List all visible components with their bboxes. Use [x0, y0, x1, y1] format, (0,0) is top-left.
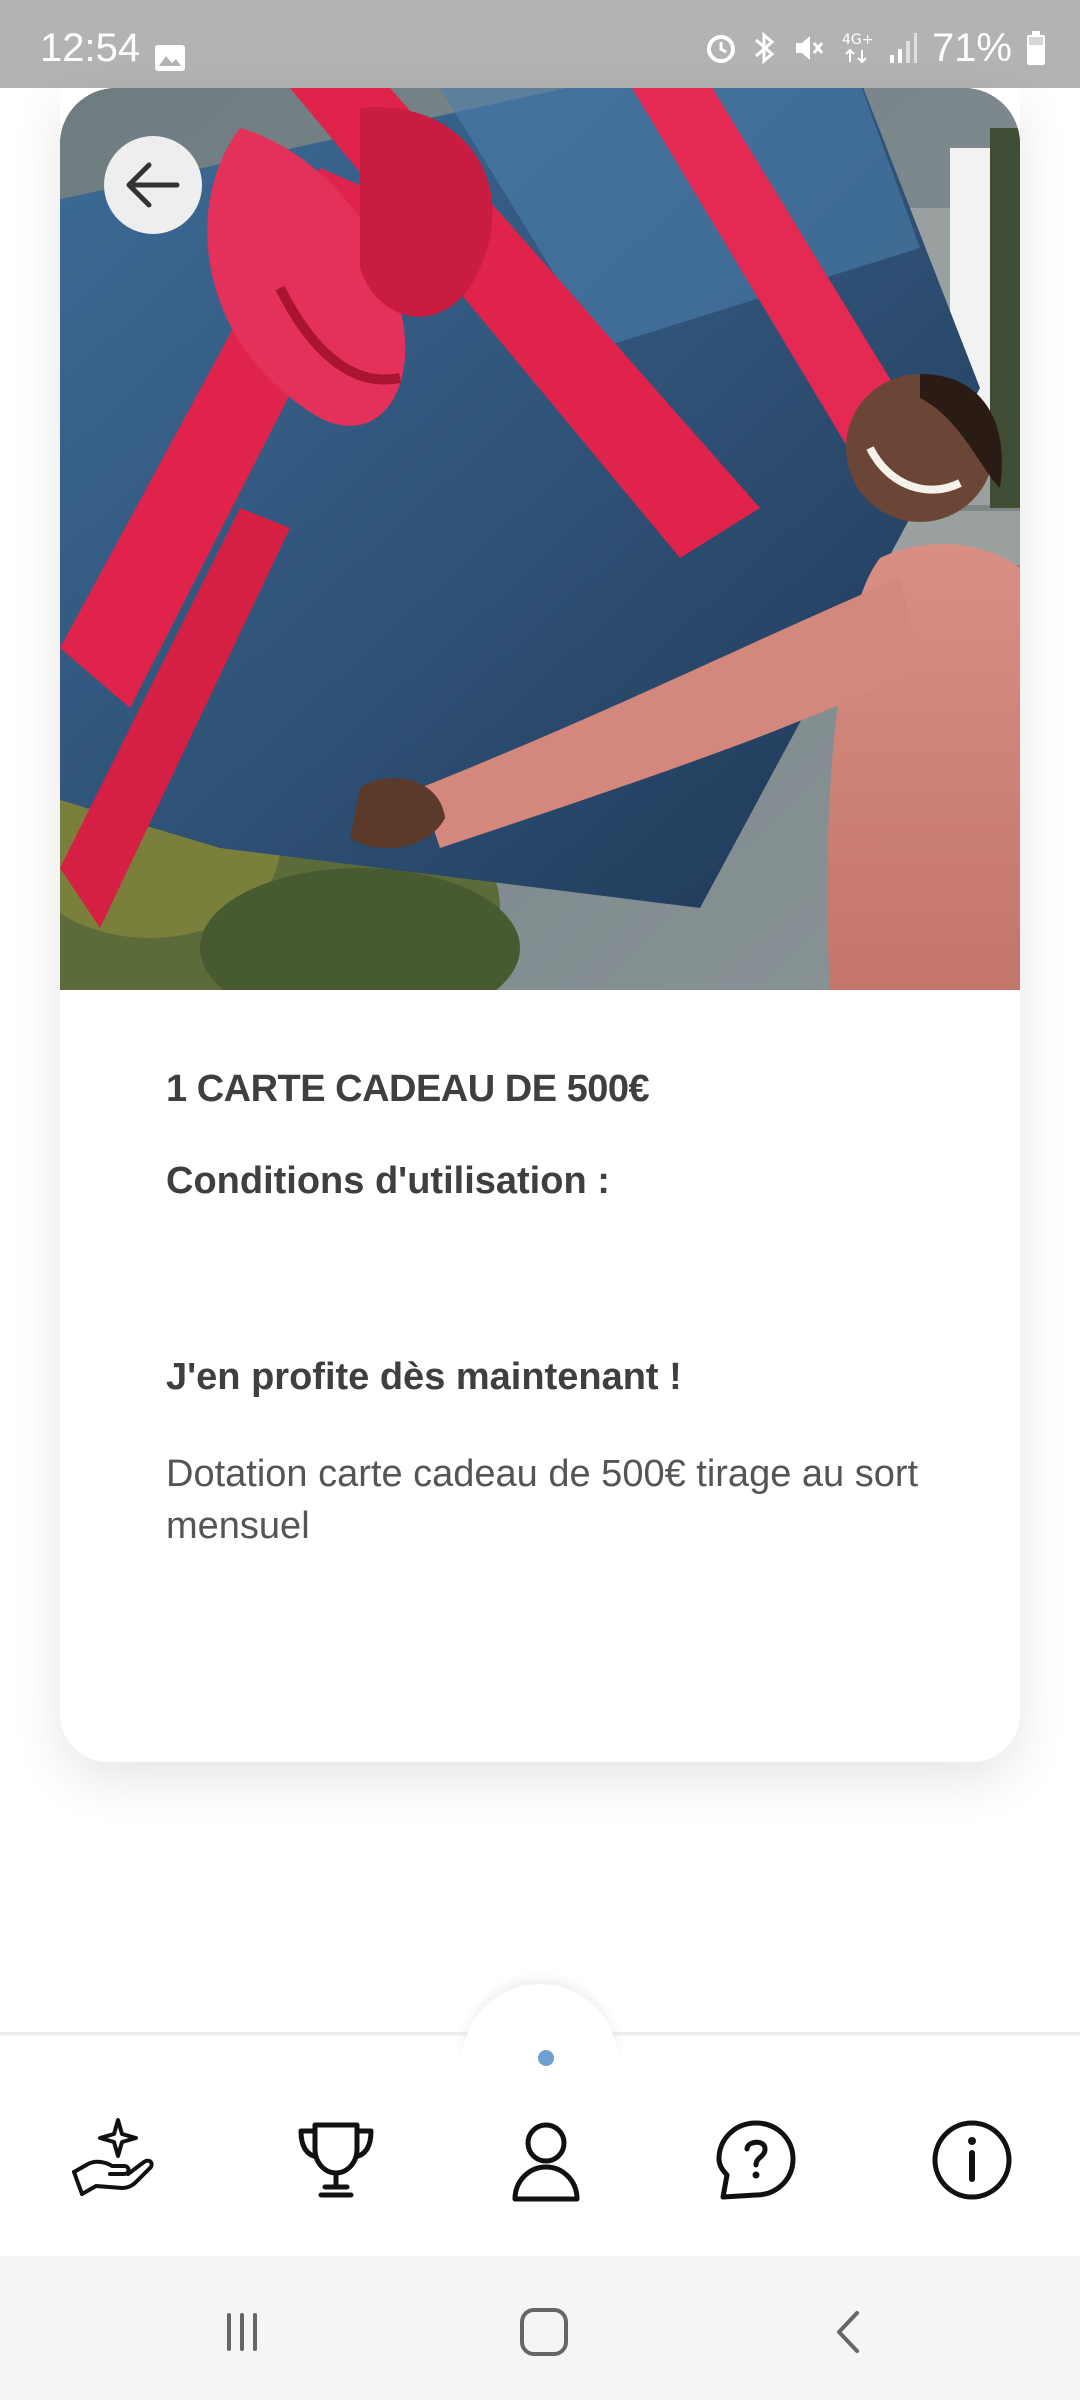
alarm-icon — [706, 35, 735, 63]
system-back-button[interactable] — [818, 2302, 878, 2362]
reward-details: 1 CARTE CADEAU DE 500€ Conditions d'util… — [166, 1068, 946, 1547]
arrow-left-icon — [126, 162, 180, 208]
rewards-hand-icon — [72, 2118, 154, 2196]
signal-icon — [889, 33, 917, 63]
back-button[interactable] — [104, 136, 202, 234]
gallery-icon — [155, 45, 185, 71]
active-indicator — [538, 2050, 554, 2066]
profile-icon — [512, 2122, 580, 2202]
lte-icon: 4G+ — [842, 32, 874, 64]
conditions-heading: Conditions d'utilisation : — [166, 1160, 610, 1202]
bluetooth-icon — [754, 31, 775, 65]
nav-help[interactable] — [706, 2110, 806, 2210]
help-icon — [716, 2120, 796, 2200]
nav-bump — [462, 1984, 618, 2062]
cta-text: J'en profite dès maintenant ! — [166, 1356, 682, 1398]
reward-title: 1 CARTE CADEAU DE 500€ — [166, 1068, 650, 1110]
battery-icon — [1027, 31, 1045, 65]
system-nav-bar — [0, 2256, 1080, 2400]
reward-description: Dotation carte cadeau de 500€ tirage au … — [166, 1453, 919, 1547]
home-icon — [520, 2308, 568, 2356]
home-button[interactable] — [514, 2302, 574, 2362]
nav-info[interactable] — [922, 2110, 1022, 2210]
nav-trophy[interactable] — [286, 2110, 386, 2210]
back-icon — [837, 2311, 859, 2353]
mute-icon — [795, 36, 824, 60]
recents-button[interactable] — [212, 2302, 272, 2362]
info-icon — [932, 2120, 1012, 2200]
svg-text:4G+: 4G+ — [842, 32, 874, 48]
battery-percent: 71% — [931, 26, 1012, 70]
recents-icon — [227, 2313, 257, 2351]
trophy-icon — [298, 2122, 374, 2198]
nav-profile[interactable] — [496, 2110, 596, 2210]
hero-image — [60, 88, 1020, 990]
status-time: 12:54 — [40, 26, 141, 70]
gift-photo — [60, 88, 1020, 990]
status-bar: 12:54 4G+ 71% — [0, 0, 1080, 88]
nav-rewards[interactable] — [64, 2110, 164, 2210]
status-icons: 4G+ 71% — [704, 26, 1046, 70]
reward-card: 1 CARTE CADEAU DE 500€ Conditions d'util… — [60, 88, 1020, 1762]
